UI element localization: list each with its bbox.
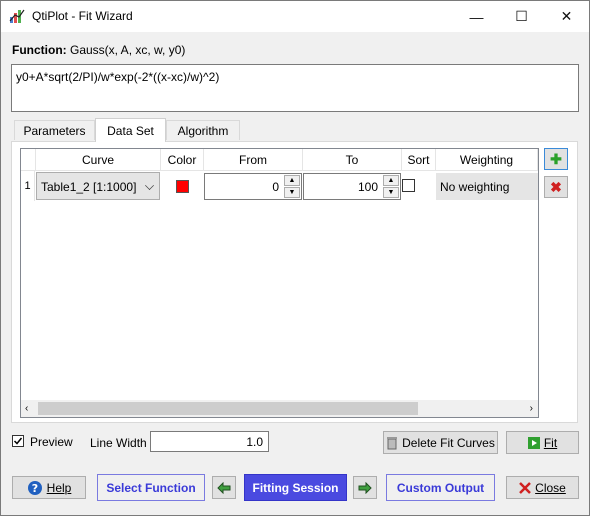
to-value: 100 bbox=[357, 180, 378, 194]
trash-icon bbox=[387, 436, 398, 449]
curve-select-value: Table1_2 [1:1000] bbox=[41, 180, 137, 194]
function-formula: y0+A*sqrt(2/PI)/w*exp(-2*((x-xc)/w)^2) bbox=[16, 70, 220, 84]
sort-checkbox[interactable] bbox=[402, 179, 415, 192]
remove-dataset-button[interactable]: ✖ bbox=[544, 176, 568, 198]
fitting-session-button[interactable]: Fitting Session bbox=[244, 474, 347, 501]
data-set-table[interactable]: Curve Color From To Sort Weighting 1 Tab… bbox=[20, 148, 539, 418]
tab-algorithm-label: Algorithm bbox=[177, 124, 229, 138]
svg-text:?: ? bbox=[31, 482, 37, 495]
fit-button[interactable]: Fit bbox=[506, 431, 579, 454]
title-bar: QtiPlot - Fit Wizard — ☐ ✕ bbox=[1, 1, 589, 32]
window-title: QtiPlot - Fit Wizard bbox=[32, 9, 133, 23]
column-header-color[interactable]: Color bbox=[161, 149, 204, 171]
spin-up-icon[interactable]: ▲ bbox=[284, 175, 300, 186]
column-header-sort[interactable]: Sort bbox=[402, 149, 436, 171]
line-width-input[interactable]: 1.0 bbox=[150, 431, 269, 452]
spin-down-icon[interactable]: ▼ bbox=[284, 187, 300, 198]
tab-data-set[interactable]: Data Set bbox=[95, 118, 166, 142]
close-icon: ✕ bbox=[560, 8, 573, 24]
minimize-icon: — bbox=[469, 8, 484, 25]
tab-parameters-label: Parameters bbox=[23, 124, 86, 138]
weighting-value: No weighting bbox=[440, 180, 510, 194]
scroll-right-icon[interactable]: › bbox=[530, 403, 533, 414]
help-label: Help bbox=[46, 480, 72, 495]
function-formula-editor[interactable]: y0+A*sqrt(2/PI)/w*exp(-2*((x-xc)/w)^2) bbox=[11, 64, 579, 112]
column-header-to[interactable]: To bbox=[303, 149, 402, 171]
to-spinbox[interactable]: 100 ▲ ▼ bbox=[303, 173, 401, 200]
custom-output-button[interactable]: Custom Output bbox=[386, 474, 495, 501]
spin-up-icon[interactable]: ▲ bbox=[383, 175, 399, 186]
scroll-left-icon[interactable]: ‹ bbox=[25, 403, 28, 414]
function-label: Function: bbox=[12, 43, 67, 57]
scrollbar-thumb[interactable] bbox=[38, 402, 418, 415]
close-label: Close bbox=[535, 480, 566, 495]
next-page-button[interactable] bbox=[353, 476, 377, 499]
previous-page-button[interactable] bbox=[212, 476, 236, 499]
weighting-select[interactable]: No weighting bbox=[436, 173, 538, 200]
close-button[interactable]: Close bbox=[506, 476, 579, 499]
qtiplot-app-icon bbox=[9, 9, 25, 23]
line-width-label: Line Width bbox=[90, 436, 147, 450]
function-heading: Function: Gauss(x, A, xc, w, y0) bbox=[12, 43, 185, 57]
select-function-button[interactable]: Select Function bbox=[97, 474, 205, 501]
tab-data-set-label: Data Set bbox=[107, 124, 154, 138]
column-header-weighting[interactable]: Weighting bbox=[436, 149, 538, 171]
from-value: 0 bbox=[272, 180, 279, 194]
delete-fit-curves-label: Delete Fit Curves bbox=[402, 435, 495, 450]
chevron-down-icon bbox=[145, 181, 154, 190]
preview-checkbox[interactable] bbox=[12, 435, 24, 447]
select-function-label: Select Function bbox=[106, 480, 196, 495]
close-icon bbox=[519, 481, 532, 494]
fitting-session-label: Fitting Session bbox=[252, 480, 339, 495]
horizontal-scrollbar[interactable]: ‹ › bbox=[21, 400, 538, 417]
delete-icon: ✖ bbox=[550, 178, 562, 195]
fit-icon bbox=[527, 436, 540, 449]
preview-label[interactable]: Preview bbox=[30, 435, 73, 449]
help-button[interactable]: ? Help bbox=[12, 476, 86, 499]
tab-parameters[interactable]: Parameters bbox=[14, 120, 95, 140]
curve-color-swatch[interactable] bbox=[176, 180, 189, 193]
add-dataset-button[interactable]: ✚ bbox=[544, 148, 568, 170]
plus-icon: ✚ bbox=[550, 150, 562, 167]
maximize-icon: ☐ bbox=[515, 8, 528, 24]
from-spin-buttons[interactable]: ▲ ▼ bbox=[284, 175, 300, 198]
tab-algorithm[interactable]: Algorithm bbox=[166, 120, 240, 140]
row-header[interactable]: 1 bbox=[21, 171, 35, 201]
from-spinbox[interactable]: 0 ▲ ▼ bbox=[204, 173, 302, 200]
line-width-value: 1.0 bbox=[246, 435, 263, 449]
to-spin-buttons[interactable]: ▲ ▼ bbox=[383, 175, 399, 198]
delete-fit-curves-button[interactable]: Delete Fit Curves bbox=[383, 431, 498, 454]
arrow-right-icon bbox=[358, 481, 372, 494]
checkmark-icon bbox=[13, 437, 23, 445]
fit-wizard-window: QtiPlot - Fit Wizard — ☐ ✕ Function: Gau… bbox=[0, 0, 590, 516]
column-header-curve[interactable]: Curve bbox=[36, 149, 161, 171]
curve-select[interactable]: Table1_2 [1:1000] bbox=[36, 172, 160, 200]
minimize-button[interactable]: — bbox=[454, 1, 499, 32]
function-signature: Gauss(x, A, xc, w, y0) bbox=[70, 43, 186, 57]
help-icon: ? bbox=[27, 480, 42, 495]
close-window-button[interactable]: ✕ bbox=[544, 1, 589, 32]
column-header-from[interactable]: From bbox=[204, 149, 303, 171]
arrow-left-icon bbox=[217, 481, 231, 494]
spin-down-icon[interactable]: ▼ bbox=[383, 187, 399, 198]
corner-header bbox=[21, 149, 36, 171]
custom-output-label: Custom Output bbox=[396, 480, 485, 495]
maximize-button[interactable]: ☐ bbox=[499, 1, 544, 32]
fit-label: Fit bbox=[543, 435, 558, 450]
